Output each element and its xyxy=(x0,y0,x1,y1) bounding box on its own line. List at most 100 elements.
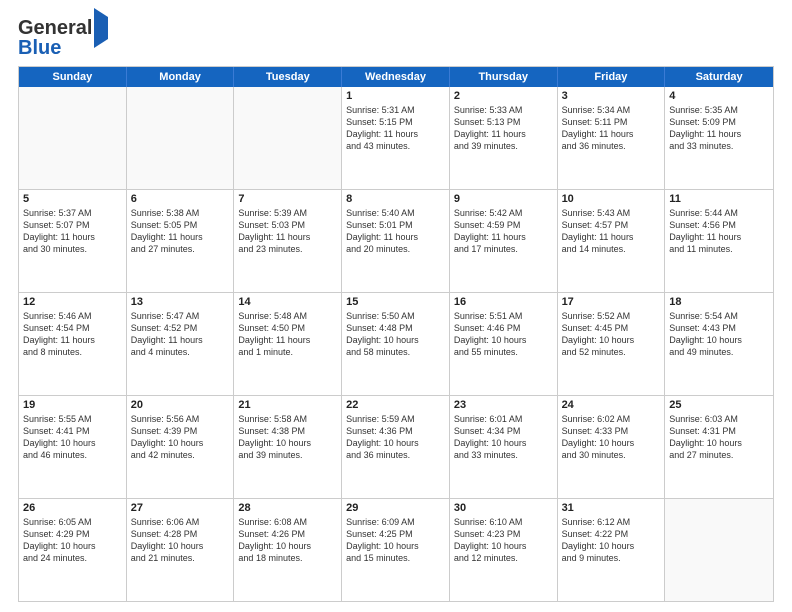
calendar-cell-r0-c2 xyxy=(234,87,342,189)
weekday-header-thursday: Thursday xyxy=(450,67,558,87)
day-number: 13 xyxy=(131,296,230,308)
day-number: 17 xyxy=(562,296,661,308)
calendar-cell-r3-c1: 20 Sunrise: 5:56 AM Sunset: 4:39 PM Dayli… xyxy=(127,396,235,498)
day-number: 12 xyxy=(23,296,122,308)
day-info: Sunrise: 6:02 AM Sunset: 4:33 PM Dayligh… xyxy=(562,413,661,462)
weekday-header-sunday: Sunday xyxy=(19,67,127,87)
day-number: 27 xyxy=(131,502,230,514)
weekday-header-wednesday: Wednesday xyxy=(342,67,450,87)
day-number: 24 xyxy=(562,399,661,411)
day-number: 9 xyxy=(454,193,553,205)
day-number: 30 xyxy=(454,502,553,514)
day-info: Sunrise: 6:05 AM Sunset: 4:29 PM Dayligh… xyxy=(23,516,122,565)
weekday-header-monday: Monday xyxy=(127,67,235,87)
calendar-row-0: 1 Sunrise: 5:31 AM Sunset: 5:15 PM Daylig… xyxy=(19,87,773,189)
calendar-cell-r4-c1: 27 Sunrise: 6:06 AM Sunset: 4:28 PM Dayli… xyxy=(127,499,235,601)
calendar-row-1: 5Sunrise: 5:37 AM Sunset: 5:07 PM Daylig… xyxy=(19,189,773,292)
day-info: Sunrise: 5:54 AM Sunset: 4:43 PM Dayligh… xyxy=(669,310,769,359)
calendar-row-3: 19 Sunrise: 5:55 AM Sunset: 4:41 PM Dayli… xyxy=(19,395,773,498)
day-info: Sunrise: 6:09 AM Sunset: 4:25 PM Dayligh… xyxy=(346,516,445,565)
day-number: 20 xyxy=(131,399,230,411)
logo-arrow-icon xyxy=(94,8,108,48)
calendar-cell-r0-c3: 1 Sunrise: 5:31 AM Sunset: 5:15 PM Daylig… xyxy=(342,87,450,189)
calendar-cell-r2-c6: 18 Sunrise: 5:54 AM Sunset: 4:43 PM Dayli… xyxy=(665,293,773,395)
logo-blue: Blue xyxy=(18,37,61,59)
calendar-row-4: 26 Sunrise: 6:05 AM Sunset: 4:29 PM Dayli… xyxy=(19,498,773,601)
calendar-cell-r2-c2: 14 Sunrise: 5:48 AM Sunset: 4:50 PM Dayli… xyxy=(234,293,342,395)
calendar-cell-r2-c3: 15Sunrise: 5:50 AM Sunset: 4:48 PM Dayli… xyxy=(342,293,450,395)
day-info: Sunrise: 5:34 AM Sunset: 5:11 PM Dayligh… xyxy=(562,104,661,153)
day-info: Sunrise: 5:48 AM Sunset: 4:50 PM Dayligh… xyxy=(238,310,337,359)
calendar-cell-r1-c0: 5Sunrise: 5:37 AM Sunset: 5:07 PM Daylig… xyxy=(19,190,127,292)
day-info: Sunrise: 6:03 AM Sunset: 4:31 PM Dayligh… xyxy=(669,413,769,462)
day-number: 11 xyxy=(669,193,769,205)
calendar-cell-r4-c3: 29 Sunrise: 6:09 AM Sunset: 4:25 PM Dayli… xyxy=(342,499,450,601)
day-info: Sunrise: 5:46 AM Sunset: 4:54 PM Dayligh… xyxy=(23,310,122,359)
day-info: Sunrise: 5:43 AM Sunset: 4:57 PM Dayligh… xyxy=(562,207,661,256)
calendar-cell-r3-c6: 25 Sunrise: 6:03 AM Sunset: 4:31 PM Dayli… xyxy=(665,396,773,498)
header: General Blue xyxy=(18,18,774,58)
calendar-header: SundayMondayTuesdayWednesdayThursdayFrid… xyxy=(19,67,773,87)
calendar-cell-r3-c0: 19 Sunrise: 5:55 AM Sunset: 4:41 PM Dayli… xyxy=(19,396,127,498)
day-info: Sunrise: 5:31 AM Sunset: 5:15 PM Dayligh… xyxy=(346,104,445,153)
day-number: 29 xyxy=(346,502,445,514)
logo-general: General xyxy=(18,17,92,39)
day-number: 14 xyxy=(238,296,337,308)
calendar-cell-r2-c4: 16Sunrise: 5:51 AM Sunset: 4:46 PM Dayli… xyxy=(450,293,558,395)
calendar-cell-r4-c2: 28 Sunrise: 6:08 AM Sunset: 4:26 PM Dayli… xyxy=(234,499,342,601)
day-number: 26 xyxy=(23,502,122,514)
calendar-cell-r2-c5: 17 Sunrise: 5:52 AM Sunset: 4:45 PM Dayli… xyxy=(558,293,666,395)
day-number: 25 xyxy=(669,399,769,411)
day-info: Sunrise: 5:59 AM Sunset: 4:36 PM Dayligh… xyxy=(346,413,445,462)
calendar-cell-r1-c2: 7Sunrise: 5:39 AM Sunset: 5:03 PM Daylig… xyxy=(234,190,342,292)
day-info: Sunrise: 6:06 AM Sunset: 4:28 PM Dayligh… xyxy=(131,516,230,565)
calendar-cell-r0-c0 xyxy=(19,87,127,189)
calendar-cell-r4-c5: 31Sunrise: 6:12 AM Sunset: 4:22 PM Dayli… xyxy=(558,499,666,601)
day-number: 10 xyxy=(562,193,661,205)
calendar-row-2: 12 Sunrise: 5:46 AM Sunset: 4:54 PM Dayli… xyxy=(19,292,773,395)
calendar-body: 1 Sunrise: 5:31 AM Sunset: 5:15 PM Daylig… xyxy=(19,87,773,601)
day-number: 15 xyxy=(346,296,445,308)
day-number: 2 xyxy=(454,90,553,102)
day-info: Sunrise: 5:44 AM Sunset: 4:56 PM Dayligh… xyxy=(669,207,769,256)
calendar-cell-r0-c5: 3 Sunrise: 5:34 AM Sunset: 5:11 PM Daylig… xyxy=(558,87,666,189)
day-info: Sunrise: 5:52 AM Sunset: 4:45 PM Dayligh… xyxy=(562,310,661,359)
calendar-cell-r1-c5: 10 Sunrise: 5:43 AM Sunset: 4:57 PM Dayli… xyxy=(558,190,666,292)
calendar-cell-r1-c3: 8 Sunrise: 5:40 AM Sunset: 5:01 PM Daylig… xyxy=(342,190,450,292)
day-info: Sunrise: 5:39 AM Sunset: 5:03 PM Dayligh… xyxy=(238,207,337,256)
day-info: Sunrise: 6:01 AM Sunset: 4:34 PM Dayligh… xyxy=(454,413,553,462)
calendar-cell-r3-c4: 23 Sunrise: 6:01 AM Sunset: 4:34 PM Dayli… xyxy=(450,396,558,498)
calendar-cell-r3-c3: 22Sunrise: 5:59 AM Sunset: 4:36 PM Dayli… xyxy=(342,396,450,498)
day-number: 8 xyxy=(346,193,445,205)
day-number: 18 xyxy=(669,296,769,308)
day-info: Sunrise: 5:55 AM Sunset: 4:41 PM Dayligh… xyxy=(23,413,122,462)
weekday-header-friday: Friday xyxy=(558,67,666,87)
day-number: 21 xyxy=(238,399,337,411)
day-number: 6 xyxy=(131,193,230,205)
day-info: Sunrise: 6:10 AM Sunset: 4:23 PM Dayligh… xyxy=(454,516,553,565)
page: General Blue SundayMondayTuesdayWednesda… xyxy=(0,0,792,612)
weekday-header-saturday: Saturday xyxy=(665,67,773,87)
day-info: Sunrise: 5:58 AM Sunset: 4:38 PM Dayligh… xyxy=(238,413,337,462)
day-number: 3 xyxy=(562,90,661,102)
calendar-cell-r4-c6 xyxy=(665,499,773,601)
day-number: 23 xyxy=(454,399,553,411)
calendar-cell-r1-c1: 6Sunrise: 5:38 AM Sunset: 5:05 PM Daylig… xyxy=(127,190,235,292)
day-number: 5 xyxy=(23,193,122,205)
day-number: 19 xyxy=(23,399,122,411)
day-info: Sunrise: 5:33 AM Sunset: 5:13 PM Dayligh… xyxy=(454,104,553,153)
day-info: Sunrise: 5:56 AM Sunset: 4:39 PM Dayligh… xyxy=(131,413,230,462)
calendar-cell-r2-c0: 12 Sunrise: 5:46 AM Sunset: 4:54 PM Dayli… xyxy=(19,293,127,395)
day-info: Sunrise: 5:42 AM Sunset: 4:59 PM Dayligh… xyxy=(454,207,553,256)
calendar-cell-r3-c2: 21 Sunrise: 5:58 AM Sunset: 4:38 PM Dayli… xyxy=(234,396,342,498)
calendar-cell-r4-c4: 30 Sunrise: 6:10 AM Sunset: 4:23 PM Dayli… xyxy=(450,499,558,601)
calendar-cell-r3-c5: 24 Sunrise: 6:02 AM Sunset: 4:33 PM Dayli… xyxy=(558,396,666,498)
weekday-header-tuesday: Tuesday xyxy=(234,67,342,87)
calendar-cell-r0-c6: 4Sunrise: 5:35 AM Sunset: 5:09 PM Daylig… xyxy=(665,87,773,189)
day-number: 28 xyxy=(238,502,337,514)
day-info: Sunrise: 5:40 AM Sunset: 5:01 PM Dayligh… xyxy=(346,207,445,256)
day-number: 1 xyxy=(346,90,445,102)
day-info: Sunrise: 6:08 AM Sunset: 4:26 PM Dayligh… xyxy=(238,516,337,565)
calendar-cell-r0-c1 xyxy=(127,87,235,189)
day-info: Sunrise: 5:47 AM Sunset: 4:52 PM Dayligh… xyxy=(131,310,230,359)
